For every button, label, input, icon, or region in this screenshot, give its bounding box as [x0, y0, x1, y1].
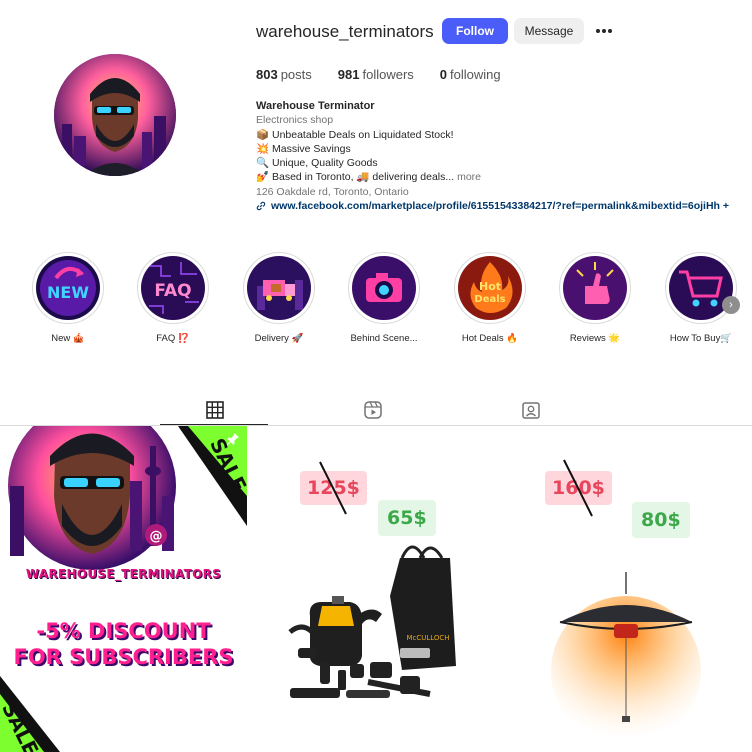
- bio-address[interactable]: 126 Oakdale rd, Toronto, Ontario: [256, 185, 729, 199]
- svg-text:FAQ: FAQ: [154, 281, 191, 301]
- tagged-icon: [522, 402, 540, 419]
- profile-bio: Warehouse Terminator Electronics shop 📦 …: [256, 99, 729, 213]
- camera-highlight-icon: [352, 256, 416, 320]
- svg-text:McCULLOCH: McCULLOCH: [406, 634, 449, 642]
- bio-link[interactable]: www.facebook.com/marketplace/profile/615…: [256, 199, 729, 213]
- promo-artwork: SALE SALE @: [0, 426, 247, 752]
- highlight-hot-deals[interactable]: Hot Deals Hot Deals 🔥: [445, 252, 535, 344]
- hot-deals-highlight-icon: Hot Deals: [458, 256, 522, 320]
- patio-heater-image: [551, 572, 701, 746]
- highlights-next-arrow-icon[interactable]: ›: [722, 296, 740, 314]
- post-patio-heater[interactable]: 160$ 80$: [500, 426, 752, 752]
- post-steam-cleaner[interactable]: 125$ 65$ McCULLOCH: [250, 426, 498, 752]
- bio-name: Warehouse Terminator: [256, 100, 375, 112]
- tab-posts[interactable]: [205, 400, 225, 420]
- profile-avatar[interactable]: [54, 54, 176, 176]
- bio-line: 💥 Massive Savings: [256, 142, 351, 155]
- grid-icon: [206, 401, 224, 419]
- reels-icon: [364, 401, 382, 419]
- faq-highlight-icon: FAQ: [141, 256, 205, 320]
- svg-text:Deals: Deals: [474, 294, 505, 305]
- pinned-post-icon: [226, 433, 239, 446]
- highlight-label: New 🎪: [51, 333, 85, 344]
- more-options-icon[interactable]: [594, 18, 614, 44]
- bio-more-link[interactable]: more: [457, 171, 481, 183]
- promo-discount: -5% DISCOUNT FOR SUBSCRIBERS: [13, 619, 234, 669]
- highlight-label: Delivery 🚀: [254, 333, 304, 344]
- link-icon: [256, 202, 266, 211]
- highlight-label: Reviews 🌟: [569, 333, 621, 344]
- highlight-label: Hot Deals 🔥: [461, 333, 519, 344]
- story-highlights: NEW New 🎪 FAQ FAQ ⁉️ Delivery 🚀 Behind S…: [0, 252, 752, 352]
- bio-line: 🔍 Unique, Quality Goods: [256, 157, 378, 170]
- svg-text:NEW: NEW: [47, 283, 89, 302]
- tab-reels[interactable]: [363, 400, 383, 420]
- highlight-label: FAQ ⁉️: [156, 333, 190, 344]
- posts-stat: 803 posts: [256, 67, 312, 82]
- bio-line: 💅 Based in Toronto, 🚚 delivering deals..…: [256, 171, 482, 184]
- highlight-faq[interactable]: FAQ FAQ ⁉️: [128, 252, 218, 344]
- promo-handle: WAREHOUSE_TERMINATORS: [25, 567, 222, 581]
- at-symbol: @: [150, 529, 163, 544]
- post-discount-promo[interactable]: SALE SALE @ WAREHOUSE_TERMINATORS -5% DI…: [0, 426, 247, 752]
- highlight-label: Behind Scene...: [350, 333, 418, 344]
- message-button[interactable]: Message: [514, 18, 584, 44]
- bio-category: Electronics shop: [256, 114, 334, 127]
- followers-stat[interactable]: 981 followers: [338, 67, 414, 82]
- follow-button[interactable]: Follow: [442, 18, 508, 44]
- highlight-delivery[interactable]: Delivery 🚀: [234, 252, 324, 344]
- tab-tagged[interactable]: [521, 400, 541, 420]
- profile-stats: 803 posts 981 followers 0 following: [256, 67, 527, 82]
- highlight-label: How To Buy🛒: [669, 333, 733, 344]
- reviews-highlight-icon: [563, 256, 627, 320]
- following-stat[interactable]: 0 following: [440, 67, 501, 82]
- bio-line: 📦 Unbeatable Deals on Liquidated Stock!: [256, 128, 454, 141]
- highlight-behind-scenes[interactable]: Behind Scene...: [339, 252, 429, 344]
- steam-cleaner-image: McCULLOCH: [288, 545, 456, 698]
- delivery-highlight-icon: [247, 256, 311, 320]
- svg-text:Hot: Hot: [479, 280, 501, 293]
- active-tab-indicator: [160, 424, 268, 425]
- new-highlight-icon: NEW: [36, 256, 100, 320]
- highlight-new[interactable]: NEW New 🎪: [23, 252, 113, 344]
- highlight-reviews[interactable]: Reviews 🌟: [550, 252, 640, 344]
- profile-username: warehouse_terminators: [256, 22, 434, 41]
